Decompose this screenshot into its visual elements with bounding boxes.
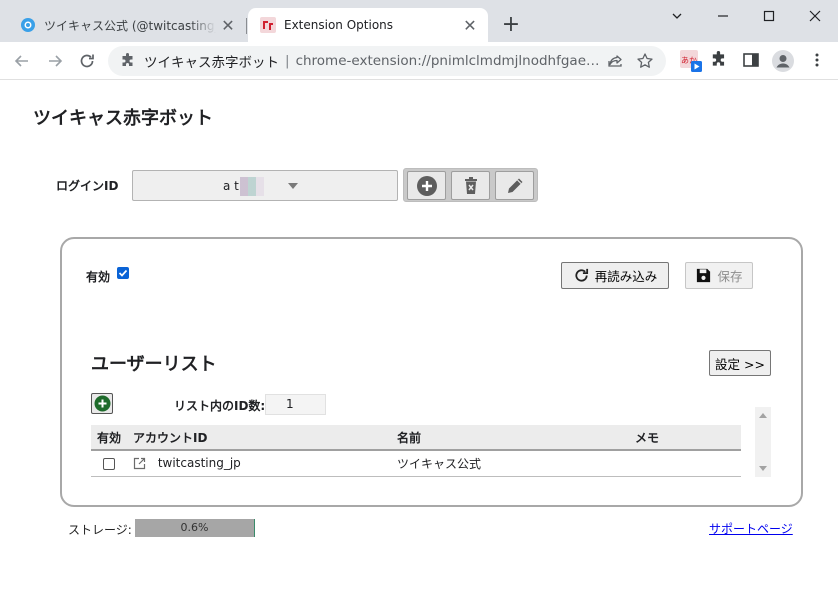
refresh-icon bbox=[575, 268, 588, 282]
add-user-button[interactable] bbox=[91, 393, 113, 414]
puzzle-icon bbox=[122, 53, 133, 66]
akaji-extension-icon: あか bbox=[680, 50, 702, 72]
close-window-button[interactable] bbox=[792, 2, 838, 30]
settings-button[interactable]: 設定 >> bbox=[709, 350, 771, 376]
column-header-account-id[interactable]: アカウントID bbox=[127, 425, 391, 451]
row-enabled-checkbox[interactable] bbox=[103, 457, 115, 470]
edit-login-button[interactable] bbox=[495, 171, 534, 200]
id-count-label: リスト内のID数: bbox=[174, 399, 266, 413]
id-count-value: 1 bbox=[265, 394, 326, 415]
enabled-checkbox[interactable] bbox=[117, 267, 129, 279]
akaji-bot-favicon-icon bbox=[260, 17, 276, 33]
column-header-name[interactable]: 名前 bbox=[391, 425, 629, 451]
close-icon bbox=[809, 10, 821, 22]
browser-menu-button[interactable] bbox=[808, 51, 828, 71]
table-header-row: 有効 アカウントID 名前 メモ bbox=[91, 425, 741, 451]
puzzle-icon bbox=[712, 51, 725, 66]
side-panel-button[interactable] bbox=[742, 51, 762, 71]
row-name: ツイキャス公式 bbox=[391, 450, 629, 477]
page-title: ツイキャス赤字ボット bbox=[33, 108, 213, 129]
plus-circle-icon bbox=[416, 175, 437, 196]
storage-label: ストレージ: bbox=[68, 523, 132, 537]
login-id-actions bbox=[403, 168, 538, 202]
support-page-link[interactable]: サポートページ bbox=[709, 520, 793, 537]
floppy-disk-icon bbox=[697, 268, 711, 283]
star-icon[interactable] bbox=[636, 52, 654, 70]
tab-close-icon[interactable]: ✕ bbox=[216, 16, 240, 35]
settings-button-label: 設定 >> bbox=[715, 356, 765, 372]
row-account-id: twitcasting_jp bbox=[157, 456, 241, 471]
enabled-label: 有効 bbox=[86, 270, 111, 284]
back-button[interactable] bbox=[8, 47, 36, 75]
row-account-id-cell: twitcasting_jp bbox=[127, 450, 391, 477]
trash-icon bbox=[464, 176, 477, 194]
tab-strip: ツイキャス公式 (@twitcasting_jp) さ ✕ Extension … bbox=[0, 0, 838, 42]
tab-title: Extension Options bbox=[284, 18, 394, 32]
reload-list-label: 再読み込み bbox=[594, 269, 658, 284]
login-id-label: ログインID bbox=[56, 179, 119, 193]
reload-icon bbox=[80, 54, 94, 68]
storage-progress-bar: 0.6% bbox=[135, 519, 255, 537]
redacted-pixelation bbox=[232, 177, 264, 196]
minimize-button[interactable] bbox=[700, 2, 746, 30]
row-memo[interactable] bbox=[629, 450, 741, 477]
login-id-select[interactable]: a t bbox=[132, 170, 398, 201]
user-list-title: ユーザーリスト bbox=[91, 354, 217, 375]
more-vert-icon bbox=[815, 53, 819, 67]
table-scrollbar[interactable] bbox=[755, 407, 771, 477]
maximize-button[interactable] bbox=[746, 2, 792, 30]
site-name: ツイキャス赤字ボット bbox=[144, 55, 279, 71]
plus-circle-icon bbox=[94, 395, 110, 412]
chevron-down-icon bbox=[672, 13, 682, 19]
external-link-icon[interactable] bbox=[133, 457, 146, 470]
extension-akaji-bot-button[interactable]: あか bbox=[679, 49, 703, 73]
url-text: chrome-extension://pnimlclmdmjlnodhfgaeg… bbox=[295, 53, 600, 69]
pencil-icon bbox=[507, 178, 522, 193]
tab-twitcasting[interactable]: ツイキャス公式 (@twitcasting_jp) さ ✕ bbox=[8, 8, 246, 42]
save-label: 保存 bbox=[717, 269, 743, 284]
delete-login-button[interactable] bbox=[451, 171, 490, 200]
minimize-icon bbox=[718, 15, 728, 17]
tab-title: ツイキャス公式 (@twitcasting_jp) さ bbox=[44, 18, 216, 33]
tab-close-icon[interactable]: ✕ bbox=[458, 16, 482, 35]
address-bar[interactable]: ツイキャス赤字ボット | chrome-extension://pnimlclm… bbox=[108, 46, 666, 76]
tab-search-button[interactable] bbox=[654, 2, 700, 30]
maximize-icon bbox=[763, 10, 775, 22]
new-tab-button[interactable]: + bbox=[498, 12, 524, 38]
tab-extension-options[interactable]: Extension Options ✕ bbox=[248, 8, 488, 42]
arrow-right-icon bbox=[49, 55, 63, 67]
storage-percent-text: 0.6% bbox=[180, 521, 209, 534]
profile-button[interactable] bbox=[772, 50, 794, 72]
save-button[interactable]: 保存 bbox=[685, 262, 753, 289]
chevron-down-icon bbox=[288, 183, 298, 189]
scroll-up-arrow-icon[interactable] bbox=[759, 413, 767, 418]
tab-separator bbox=[246, 18, 247, 34]
side-panel-icon bbox=[743, 53, 759, 67]
column-header-memo[interactable]: メモ bbox=[629, 425, 741, 451]
arrow-left-icon bbox=[14, 55, 28, 67]
forward-button[interactable] bbox=[41, 47, 69, 75]
row-enabled-cell bbox=[91, 450, 127, 477]
twitcasting-favicon-icon bbox=[21, 18, 35, 32]
add-login-button[interactable] bbox=[407, 171, 446, 200]
user-table: 有効 アカウントID 名前 メモ twitcasting_jp ツイキャス公式 bbox=[91, 425, 741, 477]
extensions-button[interactable] bbox=[710, 51, 730, 71]
browser-toolbar: ツイキャス赤字ボット | chrome-extension://pnimlclm… bbox=[0, 42, 838, 80]
checkmark-icon bbox=[118, 269, 128, 277]
scroll-down-arrow-icon[interactable] bbox=[759, 466, 767, 471]
table-row: twitcasting_jp ツイキャス公式 bbox=[91, 450, 741, 477]
avatar-icon bbox=[772, 50, 794, 72]
reload-list-button[interactable]: 再読み込み bbox=[561, 262, 669, 289]
share-icon[interactable] bbox=[606, 52, 624, 70]
column-header-enabled[interactable]: 有効 bbox=[91, 425, 127, 451]
reload-button[interactable] bbox=[73, 47, 101, 75]
omnibox-divider: | bbox=[285, 53, 290, 69]
